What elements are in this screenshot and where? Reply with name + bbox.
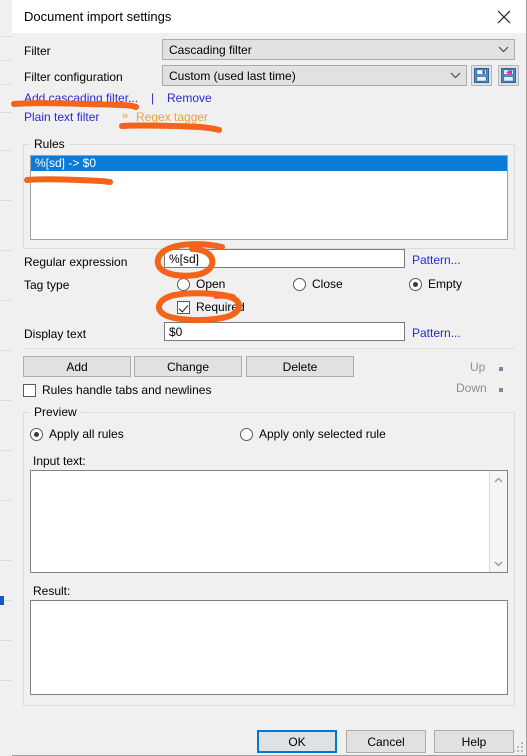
filter-configuration-value: Custom (used last time) [169, 68, 296, 83]
scroll-down-icon[interactable] [490, 555, 507, 572]
radio-label: Close [312, 277, 343, 291]
checkbox-required[interactable]: Required [177, 300, 245, 314]
cancel-button[interactable]: Cancel [346, 730, 426, 753]
regular-expression-input[interactable]: %[sd] [164, 249, 405, 268]
move-up-link[interactable]: Up [470, 360, 485, 374]
breadcrumb-regex-tagger[interactable]: Regex tagger [136, 110, 208, 124]
tag-type-label: Tag type [24, 278, 70, 292]
list-item[interactable]: %[sd] -> $0 [31, 156, 507, 171]
rules-group-title: Rules [30, 137, 69, 151]
change-button[interactable]: Change [134, 356, 242, 377]
input-text-scrollbar[interactable] [489, 471, 507, 572]
remove-link[interactable]: Remove [167, 91, 212, 105]
radio-indicator [30, 427, 43, 441]
breadcrumb-plain-text-filter[interactable]: Plain text filter [24, 110, 99, 124]
document-import-settings-dialog: Document import settings Filter Cascadin… [12, 0, 527, 756]
radio-label: Open [196, 277, 226, 291]
checkbox-label: Rules handle tabs and newlines [42, 383, 212, 397]
filter-label: Filter [24, 44, 51, 58]
result-label: Result: [33, 584, 71, 598]
close-icon[interactable] [481, 0, 526, 33]
breadcrumb-arrow-icon: » [122, 110, 129, 122]
floppy-disk-save-icon [474, 68, 489, 83]
chevron-down-icon [444, 72, 466, 79]
floppy-disk-save-as-icon [501, 68, 516, 83]
filter-select-value: Cascading filter [169, 42, 252, 57]
help-button[interactable]: Help [434, 730, 514, 753]
checkbox-label: Required [196, 300, 245, 314]
radio-tag-type-empty[interactable]: Empty [409, 277, 462, 291]
checkbox-indicator [177, 300, 190, 314]
regex-pattern-link[interactable]: Pattern... [412, 253, 461, 267]
move-up-bullet-icon [499, 367, 503, 371]
checkbox-indicator [23, 383, 36, 397]
radio-indicator [240, 427, 253, 441]
display-text-pattern-link[interactable]: Pattern... [412, 326, 461, 340]
checkbox-rules-handle-tabs-newlines[interactable]: Rules handle tabs and newlines [23, 383, 211, 397]
save-configuration-as-button[interactable] [498, 65, 519, 86]
move-down-bullet-icon [499, 388, 503, 392]
title-bar: Document import settings [12, 0, 526, 33]
regular-expression-label: Regular expression [24, 255, 128, 269]
radio-tag-type-close[interactable]: Close [293, 277, 343, 291]
radio-label: Empty [428, 277, 463, 291]
window-title: Document import settings [24, 9, 172, 24]
save-configuration-button[interactable] [471, 65, 492, 86]
chevron-down-icon [492, 46, 514, 53]
add-button[interactable]: Add [23, 356, 131, 377]
rules-list[interactable]: %[sd] -> $0 [30, 155, 508, 240]
radio-indicator [409, 277, 422, 291]
ok-button[interactable]: OK [257, 730, 337, 753]
add-cascading-filter-link[interactable]: Add cascading filter... [24, 91, 138, 105]
result-text-area [30, 600, 508, 695]
input-text-area[interactable] [30, 470, 508, 573]
delete-button[interactable]: Delete [246, 356, 354, 377]
filter-configuration-label: Filter configuration [24, 70, 123, 84]
filter-configuration-select[interactable]: Custom (used last time) [162, 65, 467, 86]
scroll-up-icon[interactable] [490, 471, 507, 488]
preview-group-title: Preview [30, 405, 81, 419]
radio-label: Apply all rules [49, 427, 124, 441]
radio-apply-all-rules[interactable]: Apply all rules [30, 427, 124, 441]
display-text-input[interactable]: $0 [164, 322, 405, 341]
link-separator: | [151, 91, 155, 105]
radio-tag-type-open[interactable]: Open [177, 277, 225, 291]
display-text-label: Display text [24, 327, 87, 341]
resize-grip[interactable] [513, 742, 523, 752]
radio-label: Apply only selected rule [259, 427, 386, 441]
input-text-label: Input text: [33, 454, 86, 468]
radio-apply-only-selected-rule[interactable]: Apply only selected rule [240, 427, 386, 441]
filter-select[interactable]: Cascading filter [162, 39, 515, 60]
move-down-link[interactable]: Down [456, 381, 487, 395]
radio-indicator [293, 277, 306, 291]
radio-indicator [177, 277, 190, 291]
section-divider [23, 348, 515, 349]
